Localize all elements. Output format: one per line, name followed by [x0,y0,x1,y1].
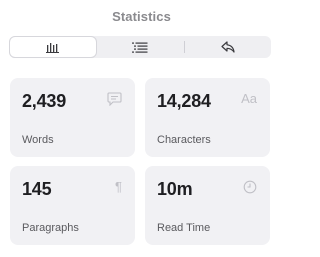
bar-chart-icon [46,41,60,53]
comment-icon [107,92,122,108]
read-time-label: Read Time [157,222,211,234]
paragraphs-label: Paragraphs [22,222,79,234]
panel-title: Statistics [112,9,171,24]
stat-card-words: 2,439 Words [10,78,135,157]
characters-label: Characters [157,134,211,146]
clock-icon [243,180,257,196]
tab-outline[interactable] [97,36,183,58]
pilcrow-icon: ¶ [115,179,122,194]
reply-icon [221,41,235,53]
words-label: Words [22,134,54,146]
characters-value: 14,284 [157,91,211,111]
stat-card-read-time: 10m Read Time [145,166,270,245]
tab-backlinks[interactable] [185,36,271,58]
list-icon [132,42,148,53]
words-value: 2,439 [22,91,67,111]
stat-card-paragraphs: 145 ¶ Paragraphs [10,166,135,245]
stat-card-characters: 14,284 Aa Characters [145,78,270,157]
view-segmented-control [9,36,271,58]
read-time-value: 10m [157,179,193,199]
tab-statistics[interactable] [10,37,97,57]
paragraphs-value: 145 [22,179,52,199]
text-size-icon: Aa [241,91,257,106]
